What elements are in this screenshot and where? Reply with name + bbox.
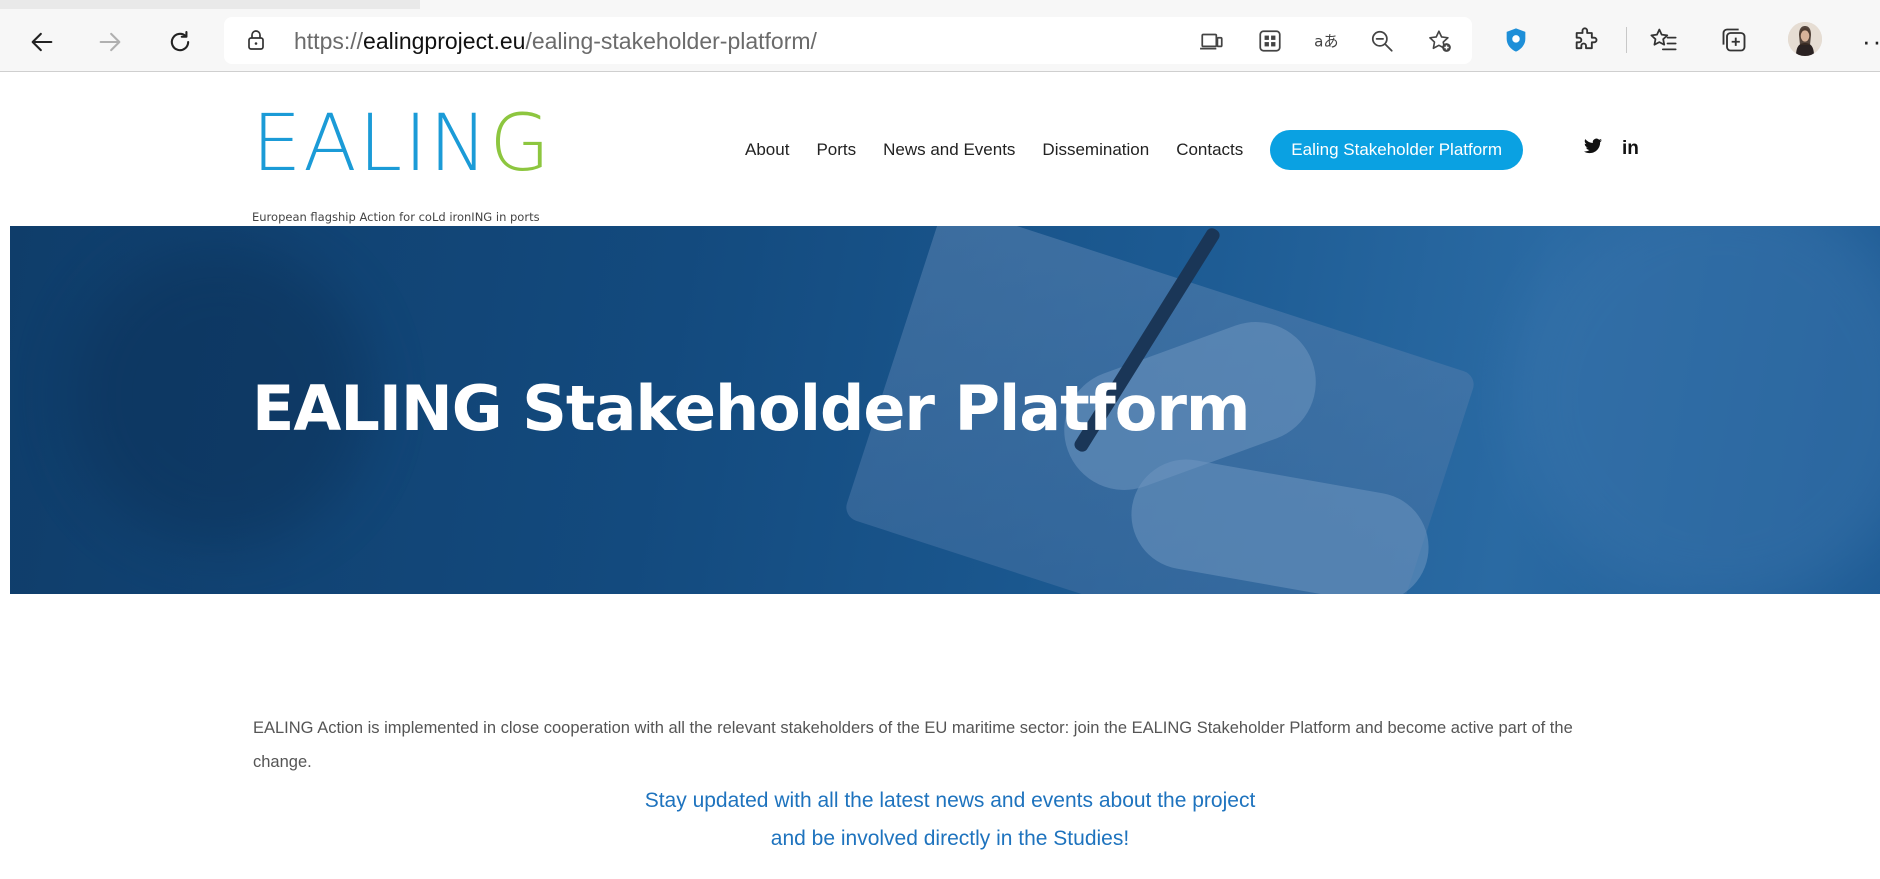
puzzle-icon [1575, 27, 1598, 50]
nav-contacts[interactable]: Contacts [1176, 140, 1243, 160]
more-button[interactable]: ··· [1862, 26, 1880, 57]
nav-dissemination[interactable]: Dissemination [1042, 140, 1149, 160]
app-available-button[interactable] [1198, 27, 1226, 55]
refresh-button[interactable] [158, 20, 202, 64]
twitter-icon[interactable] [1584, 138, 1602, 160]
toolbar-separator [1626, 27, 1627, 53]
main-navigation: About Ports News and Events Disseminatio… [745, 130, 1524, 170]
translate-icon: aあ [1314, 32, 1338, 50]
person-icon [1788, 22, 1822, 56]
nav-about[interactable]: About [745, 140, 789, 160]
hero-bg-shape [1510, 226, 1880, 594]
qr-code-icon [1259, 30, 1281, 52]
arrow-right-icon [99, 32, 121, 52]
lock-icon[interactable] [244, 28, 268, 52]
social-links: in [1584, 138, 1659, 160]
add-favorite-button[interactable] [1426, 27, 1454, 55]
url-text[interactable]: https://ealingproject.eu/ealing-stakehol… [294, 27, 817, 55]
logo-tagline: European flagship Action for coLd ironIN… [252, 210, 540, 224]
zoom-button[interactable] [1368, 27, 1396, 55]
collections-button[interactable] [1716, 22, 1752, 58]
stakeholder-platform-button[interactable]: Ealing Stakeholder Platform [1270, 130, 1524, 170]
site-header: EALING European flagship Action for coLd… [10, 72, 1880, 226]
logo-word: EALIN [252, 99, 490, 189]
url-scheme: https:// [294, 28, 364, 54]
address-bar[interactable]: https://ealingproject.eu/ealing-stakehol… [224, 17, 1472, 64]
intro-paragraph: EALING Action is implemented in close co… [253, 718, 1573, 771]
collections-icon [1722, 28, 1746, 52]
forward-button[interactable] [88, 20, 132, 64]
logo-word-end: G [489, 99, 552, 189]
profile-avatar[interactable] [1788, 22, 1822, 56]
favorites-button[interactable] [1646, 22, 1682, 58]
linkedin-icon[interactable]: in [1622, 138, 1639, 160]
favorites-icon [1650, 28, 1677, 51]
app-available-icon [1200, 33, 1223, 50]
svg-text:aあ: aあ [1314, 32, 1338, 50]
url-domain: ealingproject.eu [363, 28, 526, 54]
extensions-button[interactable] [1568, 22, 1604, 58]
site-logo[interactable]: EALING European flagship Action for coLd… [252, 105, 550, 224]
shield-extension-button[interactable] [1498, 22, 1534, 58]
refresh-icon [170, 31, 190, 52]
hero-banner: EALING Stakeholder Platform [10, 226, 1880, 594]
arrow-left-icon [31, 32, 53, 52]
tab-strip [0, 0, 420, 9]
callout-line-1: Stay updated with all the latest news an… [644, 789, 1256, 812]
shield-icon [1506, 28, 1526, 52]
qr-code-button[interactable] [1256, 27, 1284, 55]
url-path: /ealing-stakeholder-platform/ [525, 28, 817, 54]
logo-wordmark: EALING [252, 105, 552, 183]
back-button[interactable] [20, 20, 64, 64]
nav-ports[interactable]: Ports [816, 140, 856, 160]
more-icon: ··· [1862, 26, 1880, 56]
twitter-bird [1584, 138, 1602, 154]
read-aloud-button[interactable]: aあ [1312, 27, 1340, 55]
add-favorite-icon [1429, 30, 1451, 52]
nav-news-and-events[interactable]: News and Events [883, 140, 1015, 160]
callout-text: Stay updated with all the latest news an… [500, 782, 1400, 858]
page-title: EALING Stakeholder Platform [252, 372, 1251, 445]
zoom-out-icon [1371, 30, 1393, 52]
callout-line-2: and be involved directly in the Studies! [770, 827, 1130, 850]
browser-toolbar: https://ealingproject.eu/ealing-stakehol… [0, 0, 1880, 72]
